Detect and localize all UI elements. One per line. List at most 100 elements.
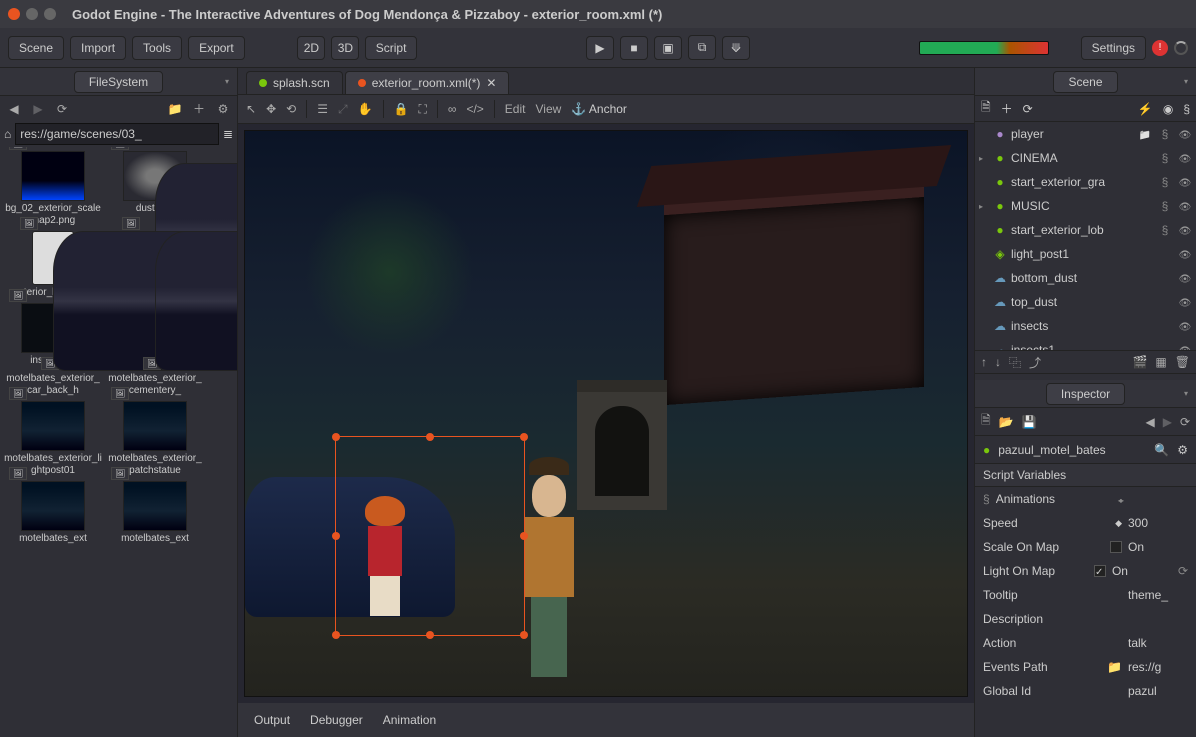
eye-icon[interactable] (1178, 223, 1192, 237)
menu-tools[interactable]: Tools (132, 36, 182, 60)
tree-node[interactable]: ☁top_dust (975, 290, 1196, 314)
filesystem-options-icon[interactable]: ▾ (225, 77, 229, 86)
reset-icon[interactable] (1178, 564, 1188, 578)
file-item[interactable]: 🖼bg_02_exterior_scalemap2.png (4, 151, 102, 227)
mode-2d-button[interactable]: 2D (297, 36, 325, 60)
nav-forward-icon[interactable]: ▶ (28, 102, 48, 116)
delete-node-icon[interactable]: 🗑 (1175, 355, 1190, 369)
menu-import[interactable]: Import (70, 36, 126, 60)
unlock-icon[interactable]: ⛶ (418, 102, 426, 117)
file-item[interactable]: 🖼motelbates_ext (106, 481, 204, 545)
path-home-icon[interactable]: ⌂ (4, 127, 11, 141)
tree-node[interactable]: ●start_exterior_gra (975, 170, 1196, 194)
tree-node[interactable]: ◈light_post1 (975, 242, 1196, 266)
property-value[interactable]: talk (1128, 636, 1188, 650)
nav-back-icon[interactable]: ◀ (4, 102, 24, 116)
edit-menu[interactable]: Edit (505, 102, 526, 116)
code-icon[interactable]: </> (466, 102, 483, 116)
mode-3d-button[interactable]: 3D (331, 36, 359, 60)
nav-settings-icon[interactable]: ⚙ (213, 102, 233, 116)
instance-icon[interactable]: ⟳ (1023, 102, 1033, 116)
rotate-tool-icon[interactable]: ⟲ (286, 102, 296, 116)
scene-panel-options-icon[interactable]: ▾ (1184, 77, 1188, 86)
eye-icon[interactable] (1178, 247, 1192, 261)
nav-refresh-icon[interactable]: ⟳ (52, 102, 72, 116)
property-value[interactable]: res://g (1128, 660, 1188, 674)
property-value[interactable]: On (1112, 564, 1172, 578)
tree-node[interactable]: ●player (975, 122, 1196, 146)
list-tool-icon[interactable]: ☰ (317, 102, 328, 116)
browse-icon[interactable]: 📁 (1107, 660, 1122, 674)
settings-button[interactable]: Settings (1081, 36, 1146, 60)
path-list-icon[interactable]: ≣ (223, 127, 233, 141)
lock-icon[interactable]: 🔒 (394, 102, 409, 116)
tree-node[interactable]: ☁insects (975, 314, 1196, 338)
eye-icon[interactable] (1178, 343, 1192, 350)
maximize-window-icon[interactable] (44, 8, 56, 20)
insp-save-icon[interactable]: 💾 (1022, 415, 1037, 429)
group-icon[interactable]: ◉ (1163, 102, 1173, 116)
lock-tool-icon[interactable]: ⤢ (338, 102, 348, 117)
play-custom-button[interactable]: ⧉ (688, 35, 716, 60)
eye-icon[interactable] (1178, 175, 1192, 189)
select-tool-icon[interactable]: ↖ (246, 102, 256, 116)
tree-node[interactable]: ●start_exterior_lob (975, 218, 1196, 242)
clapper-icon[interactable]: 🎬 (1132, 355, 1147, 369)
tree-node[interactable]: ▸●CINEMA (975, 146, 1196, 170)
duplicate-icon[interactable]: ⿻ (1009, 354, 1021, 371)
tree-node[interactable]: ☁insects1 (975, 338, 1196, 350)
minimize-window-icon[interactable] (26, 8, 38, 20)
eye-icon[interactable] (1178, 151, 1192, 165)
editor-tab[interactable]: splash.scn (246, 71, 343, 94)
property-value[interactable]: pazul (1128, 684, 1188, 698)
inspector-options-icon[interactable]: ▾ (1184, 389, 1188, 398)
nav-add-icon[interactable]: ＋ (189, 100, 209, 117)
tab-close-icon[interactable]: ✕ (486, 76, 496, 90)
spinner-icon[interactable]: ◆ (1115, 518, 1122, 529)
checkbox[interactable] (1094, 565, 1106, 577)
nav-folder-icon[interactable]: 📁 (165, 102, 185, 116)
folder-icon[interactable] (1138, 127, 1152, 141)
insp-fwd-icon[interactable]: ▶ (1163, 415, 1172, 429)
move-up-icon[interactable]: ↑ (981, 355, 987, 369)
viewport[interactable] (244, 130, 968, 697)
play-button[interactable]: ▶ (586, 36, 614, 60)
eye-icon[interactable] (1178, 199, 1192, 213)
view-menu[interactable]: View (535, 102, 561, 116)
expand-icon[interactable]: ▸ (979, 202, 989, 211)
property-value[interactable]: theme_ (1128, 588, 1188, 602)
multi-icon[interactable]: ▦ (1155, 355, 1166, 369)
debugger-tab[interactable]: Debugger (310, 713, 363, 727)
script-icon[interactable] (1158, 175, 1172, 189)
stop-button[interactable]: ■ (620, 36, 648, 60)
pan-tool-icon[interactable]: ✋ (358, 102, 373, 116)
expand-icon[interactable]: ▸ (979, 154, 989, 163)
eye-icon[interactable] (1178, 319, 1192, 333)
tree-node[interactable]: ▸●MUSIC (975, 194, 1196, 218)
output-tab[interactable]: Output (254, 713, 290, 727)
property-value[interactable]: On (1128, 540, 1188, 554)
property-value[interactable]: 300 (1128, 516, 1188, 530)
move-down-icon[interactable]: ↓ (995, 355, 1001, 369)
new-node-icon[interactable]: 🗎 (981, 98, 991, 119)
file-item[interactable]: 🖼motelbates_ext (4, 481, 102, 545)
mode-script-button[interactable]: Script (365, 36, 418, 60)
script-icon[interactable] (1158, 223, 1172, 237)
tree-node[interactable]: ☁bottom_dust (975, 266, 1196, 290)
animation-tab[interactable]: Animation (383, 713, 436, 727)
script-attach-icon[interactable]: § (1183, 102, 1190, 116)
path-input[interactable] (15, 123, 219, 145)
insp-new-icon[interactable]: 🗎 (981, 411, 991, 432)
menu-export[interactable]: Export (188, 36, 245, 60)
dropdown-icon[interactable] (1118, 492, 1122, 506)
script-icon[interactable] (1158, 199, 1172, 213)
remote-button[interactable]: ⟱ (722, 36, 750, 60)
link-icon[interactable]: ∞ (448, 102, 457, 116)
checkbox[interactable] (1110, 541, 1122, 553)
selection-box[interactable] (335, 436, 525, 636)
reparent-icon[interactable]: ⤴ (1029, 354, 1041, 371)
insp-settings-icon[interactable]: ⚙ (1177, 443, 1188, 457)
alert-icon[interactable]: ! (1152, 40, 1168, 56)
play-scene-button[interactable]: ▣ (654, 36, 682, 60)
file-item[interactable]: 🖼motelbates_exterior_lightpost01 (4, 401, 102, 477)
